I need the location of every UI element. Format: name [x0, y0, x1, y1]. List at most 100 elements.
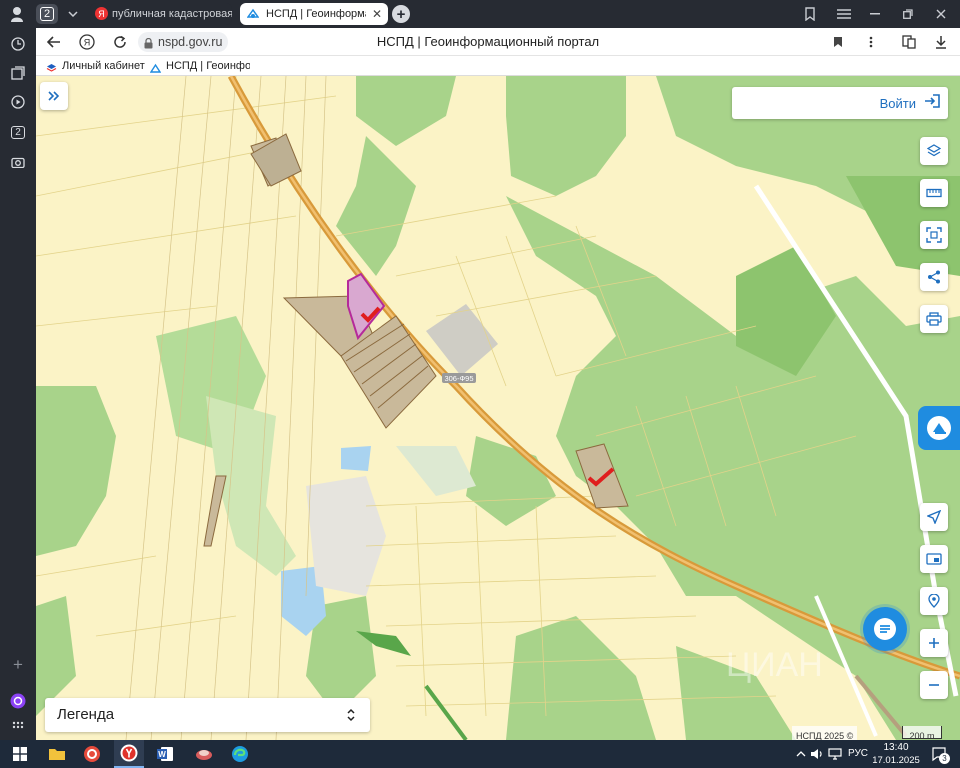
tab-title: НСПД | Геоинформаци: [266, 8, 366, 20]
svg-text:W: W: [158, 750, 166, 759]
yandex-browser-icon[interactable]: [114, 740, 144, 768]
clock[interactable]: 13:40 17.01.2025: [872, 741, 920, 767]
file-explorer-icon[interactable]: [46, 743, 68, 765]
select-area-button[interactable]: [920, 221, 948, 249]
notification-count: 3: [939, 753, 950, 764]
sidebar-badge-value: 2: [11, 125, 25, 139]
tab-title: публичная кадастровая к: [112, 8, 232, 20]
geo-search-icon: [928, 594, 940, 608]
address-bar[interactable]: nspd.gov.ru НСПД | Геоинформационный пор…: [138, 31, 868, 53]
chevron-down-icon[interactable]: [62, 3, 84, 25]
tab-cadastral[interactable]: Я публичная кадастровая к: [90, 3, 232, 25]
expand-panel-button[interactable]: [40, 82, 68, 110]
more-icon[interactable]: [862, 33, 880, 51]
word-icon[interactable]: W: [154, 743, 176, 765]
menu-icon[interactable]: [833, 3, 855, 25]
login-label: Войти: [879, 95, 916, 111]
close-icon[interactable]: ✕: [372, 7, 382, 21]
zoom-out-button[interactable]: [920, 671, 948, 699]
ccleaner-icon[interactable]: [81, 743, 103, 765]
layers-button[interactable]: [920, 137, 948, 165]
login-button[interactable]: Войти: [732, 87, 948, 119]
bookmark-label: НСПД | Геоинфор: [166, 60, 250, 72]
bookmark-item[interactable]: НСПД | Геоинфор: [150, 58, 250, 74]
map-viewport[interactable]: 306-Ф95 ЦИАН Войти Легенда НСПД 2025 © 2…: [36, 76, 960, 740]
play-icon[interactable]: [7, 91, 29, 113]
notifications-icon[interactable]: 3: [928, 743, 950, 765]
close-window-icon[interactable]: [930, 3, 952, 25]
print-button[interactable]: [920, 305, 948, 333]
minimize-icon[interactable]: [864, 3, 886, 25]
tabs-badge-icon[interactable]: 2: [7, 121, 29, 143]
share-button[interactable]: [920, 263, 948, 291]
attribution: НСПД 2025 ©: [792, 726, 858, 740]
tab-count-badge[interactable]: 2: [36, 4, 58, 24]
zoom-out-icon: [929, 684, 939, 686]
yandex-home-icon[interactable]: Я: [78, 33, 96, 51]
gosuslugi-side-tab[interactable]: [918, 406, 960, 450]
chevron-updown-icon: [346, 708, 356, 727]
chat-icon: [874, 618, 896, 640]
clock-time: 13:40: [883, 742, 909, 753]
bookmark-icon[interactable]: [833, 35, 843, 53]
windows-start-icon[interactable]: [9, 743, 31, 765]
apps-grid-icon[interactable]: [7, 716, 29, 738]
restore-icon[interactable]: [897, 3, 919, 25]
select-area-icon: [926, 227, 942, 243]
screenshot-icon[interactable]: [7, 151, 29, 173]
legend-dropdown[interactable]: Легенда: [45, 698, 370, 732]
extensions-icon[interactable]: [900, 33, 918, 51]
download-icon[interactable]: [932, 33, 950, 51]
tab-count-value: 2: [39, 7, 55, 21]
history-icon[interactable]: [7, 33, 29, 55]
bookmark-manager-icon[interactable]: [799, 3, 821, 25]
legend-label: Легенда: [57, 706, 115, 723]
add-icon[interactable]: +: [7, 654, 29, 676]
minimap-icon: [926, 553, 942, 565]
minimap-button[interactable]: [920, 545, 948, 573]
ruler-icon: [926, 188, 942, 198]
nspd-favicon-icon: [150, 61, 162, 73]
report-icon: [927, 416, 951, 440]
zoom-in-button[interactable]: [920, 629, 948, 657]
attribution-text: НСПД 2025 ©: [796, 731, 854, 740]
tab-nspd[interactable]: НСПД | Геоинформаци ✕: [240, 3, 388, 25]
layers-icon: [927, 144, 941, 157]
road-label: 306-Ф95: [444, 374, 473, 383]
page-title: НСПД | Геоинформационный портал: [376, 34, 600, 49]
clock-date: 17.01.2025: [872, 755, 920, 766]
alice-icon[interactable]: [7, 690, 29, 712]
geo-search-button[interactable]: [920, 587, 948, 615]
network-icon[interactable]: [824, 743, 846, 765]
zoom-in-icon: [929, 638, 939, 648]
lock-icon: [144, 36, 153, 54]
new-tab-button[interactable]: +: [392, 5, 410, 23]
browser-toolbar: Я nspd.gov.ru НСПД | Геоинформационный п…: [36, 28, 960, 56]
app-icon[interactable]: [193, 743, 215, 765]
profile-icon[interactable]: [6, 3, 28, 25]
chat-button[interactable]: [863, 607, 907, 651]
bookmark-item[interactable]: Личный кабинет: [46, 58, 145, 74]
back-icon[interactable]: [45, 33, 63, 51]
url-pill[interactable]: nspd.gov.ru: [138, 32, 229, 54]
bookmarks-bar: Личный кабинет НСПД | Геоинфор: [36, 56, 960, 76]
locate-icon: [927, 510, 941, 524]
plus-icon: +: [396, 5, 406, 23]
map-canvas[interactable]: 306-Ф95 ЦИАН: [36, 76, 960, 740]
login-icon: [924, 93, 940, 113]
collections-icon[interactable]: [7, 62, 29, 84]
scale-bar: 200 m: [902, 726, 942, 740]
locate-button[interactable]: [920, 503, 948, 531]
browser-sidebar: 2 +: [0, 28, 36, 740]
browser-tab-bar: 2 Я публичная кадастровая к НСПД | Геоин…: [0, 0, 960, 28]
url-text: nspd.gov.ru: [158, 35, 223, 49]
double-chevron-right-icon: [48, 91, 60, 101]
gosuslugi-icon: [46, 61, 57, 72]
bookmark-label: Личный кабинет: [62, 60, 145, 72]
watermark: ЦИАН: [726, 646, 823, 684]
ruler-button[interactable]: [920, 179, 948, 207]
language-indicator[interactable]: РУС: [848, 748, 868, 759]
print-icon: [926, 312, 942, 326]
edge-icon[interactable]: [229, 743, 251, 765]
reload-icon[interactable]: [111, 33, 129, 51]
